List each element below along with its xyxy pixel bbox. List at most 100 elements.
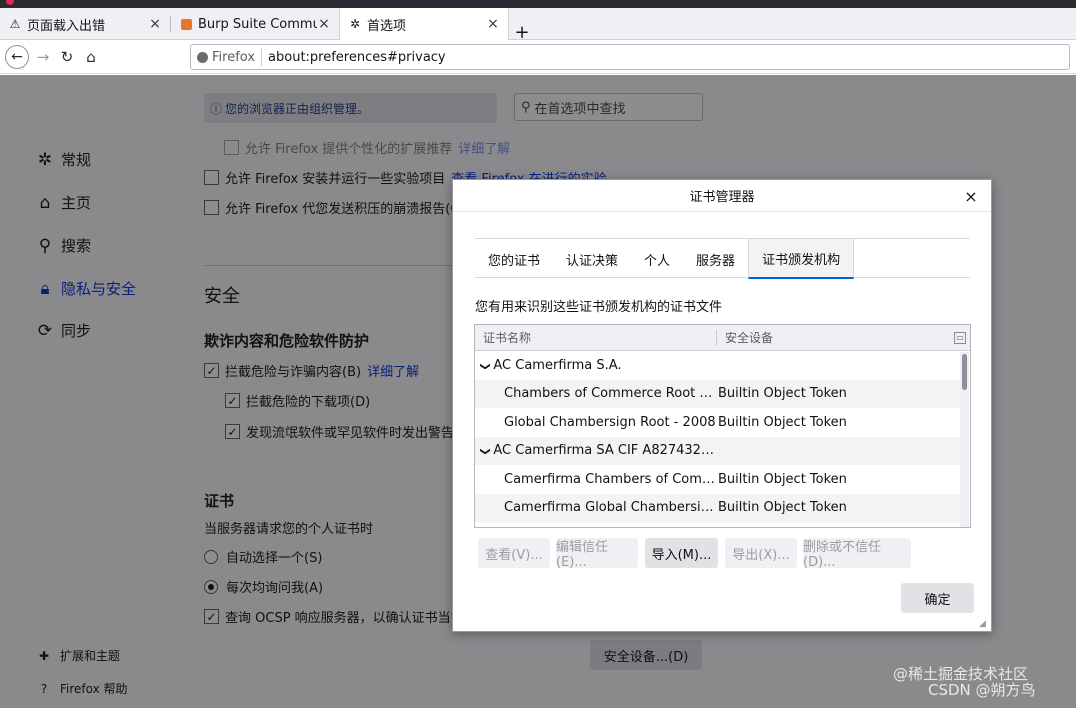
window-close-dot[interactable]	[6, 0, 14, 5]
lock-icon: 🔒︎	[40, 278, 50, 299]
radio-label: 自动选择一个(S)	[226, 551, 323, 566]
tree-row[interactable]: Global Chambersign Root - 2008 Builtin O…	[475, 408, 960, 437]
checkbox-box: ✓	[204, 609, 219, 624]
tab-servers[interactable]: 服务器	[683, 239, 748, 279]
ocsp-checkbox[interactable]: ✓ 查询 OCSP 响应服务器，以确认证书当前是	[204, 607, 477, 626]
home-button[interactable]: ⌂	[79, 45, 103, 69]
checkbox-box	[224, 140, 239, 155]
tab-burp-suite[interactable]: Burp Suite Community E ×	[171, 8, 339, 40]
import-button[interactable]: 导入(M)...	[645, 538, 718, 568]
search-placeholder: 在首选项中查找	[534, 101, 626, 117]
watermark-csdn: CSDN @朔方鸟	[928, 681, 1036, 699]
row-name: AC Camerfirma S.A.	[493, 357, 622, 373]
checkbox-label: 允许 Firefox 提供个性化的扩展推荐	[245, 142, 453, 157]
home-icon: ⌂	[86, 48, 96, 66]
sidebar-item-search[interactable]: ⚲ 搜索	[35, 235, 91, 256]
back-button[interactable]: ←	[5, 45, 29, 69]
tab-preferences[interactable]: ✲ 首选项 ×	[339, 8, 509, 40]
tab-label: 首选项	[367, 18, 407, 34]
crash-reports-checkbox[interactable]: 允许 Firefox 代您发送积压的崩溃报告(C)	[204, 198, 465, 217]
security-devices-button[interactable]: 安全设备...(D)	[590, 640, 702, 670]
deceptive-content-heading: 欺诈内容和危险软件防护	[204, 332, 370, 350]
search-preferences-input[interactable]: ⚲ 在首选项中查找	[514, 93, 703, 121]
window-titlebar	[0, 0, 1076, 8]
url-text[interactable]: about:preferences#privacy	[262, 50, 446, 65]
tab-authorities[interactable]: 证书颁发机构	[748, 239, 855, 279]
tree-row-group[interactable]: ❯ AC Camerfirma SA CIF A82743287	[475, 436, 960, 465]
scrollbar-thumb[interactable]	[962, 354, 967, 390]
tree-row-group[interactable]: ❯ AC Camerfirma S.A.	[475, 351, 960, 380]
checkbox-box: ✓	[225, 393, 240, 408]
help-icon: ?	[40, 681, 48, 696]
tab-authentication-decisions[interactable]: 认证决策	[553, 239, 631, 279]
url-bar[interactable]: Firefox about:preferences#privacy	[190, 44, 1070, 70]
identity-box[interactable]: Firefox	[191, 48, 263, 66]
ask-every-time-radio[interactable]: 每次均询问我(A)	[204, 577, 323, 596]
search-icon: ⚲	[38, 235, 52, 256]
recommend-extensions-checkbox[interactable]: 允许 Firefox 提供个性化的扩展推荐 详细了解	[224, 138, 510, 157]
resize-grip-icon[interactable]: ◢	[979, 619, 989, 629]
tree-row[interactable]: Chambers of Commerce Root - 2008 Builtin…	[475, 379, 960, 408]
checkbox-label: 拦截危险与诈骗内容(B)	[225, 365, 362, 380]
checkbox-label: 查询 OCSP 响应服务器，以确认证书当前是	[225, 611, 477, 626]
certificates-heading: 证书	[204, 492, 235, 510]
dialog-close-button[interactable]: ×	[961, 186, 981, 206]
tab-people[interactable]: 个人	[631, 239, 683, 279]
view-button[interactable]: 查看(V)...	[478, 538, 550, 568]
certificate-tree[interactable]: 证书名称 安全设备 ▭ ❯ AC Camerfirma S.A. Chambers…	[474, 324, 971, 528]
checkbox-label: 拦截危险的下载项(D)	[246, 395, 371, 410]
sidebar-item-sync[interactable]: ⟳ 同步	[35, 320, 91, 341]
row-device: Builtin Object Token	[718, 471, 847, 487]
authorities-description: 您有用来识别这些证书颁发机构的证书文件	[475, 300, 723, 315]
tab-your-certificates[interactable]: 您的证书	[475, 239, 553, 279]
chevron-down-icon[interactable]: ❯	[480, 362, 491, 370]
sidebar-item-label: 隐私与安全	[61, 280, 137, 298]
sidebar-item-label: 搜索	[61, 237, 92, 255]
warn-unwanted-checkbox[interactable]: ✓ 发现流氓软件或罕见软件时发出警告(C	[225, 422, 468, 441]
delete-distrust-button[interactable]: 删除或不信任(D)...	[803, 538, 911, 570]
gear-icon: ✲	[349, 17, 361, 31]
tab-page-load-error[interactable]: ⚠ 页面载入出错 ×	[0, 8, 170, 40]
row-name: Camerfirma Chambers of Commerce R...	[504, 471, 717, 487]
arrow-right-icon: →	[36, 48, 50, 66]
certificates-description: 当服务器请求您的个人证书时	[204, 522, 374, 537]
close-icon[interactable]: ×	[317, 16, 331, 32]
section-divider	[204, 265, 454, 266]
chevron-down-icon[interactable]: ❯	[480, 448, 491, 456]
row-name: Camerfirma Global Chambersign Root	[504, 500, 717, 516]
tree-header: 证书名称 安全设备 ▭	[475, 325, 970, 351]
arrow-left-icon: ←	[11, 49, 23, 65]
ok-button[interactable]: 确定	[901, 583, 974, 613]
puzzle-icon: ✚	[38, 648, 50, 663]
column-certificate-name[interactable]: 证书名称	[475, 329, 717, 346]
close-icon[interactable]: ×	[148, 16, 162, 32]
sidebar-firefox-help[interactable]: ? Firefox 帮助	[37, 680, 128, 697]
burp-icon	[179, 17, 193, 31]
row-name: AC Camerfirma SA CIF A82743287	[493, 443, 717, 459]
notice-text: 您的浏览器正由组织管理。	[225, 101, 370, 116]
tree-row[interactable]: Camerfirma Global Chambersign Root Built…	[475, 493, 960, 522]
reload-button[interactable]: ↻	[55, 45, 79, 69]
identity-label: Firefox	[212, 49, 256, 65]
column-picker-icon[interactable]: ▭	[954, 331, 966, 344]
home-icon: ⌂	[39, 192, 51, 213]
close-icon[interactable]: ×	[486, 16, 500, 32]
sidebar-item-home[interactable]: ⌂ 主页	[35, 192, 91, 213]
sidebar-item-general[interactable]: ✲ 常规	[35, 149, 91, 170]
row-device: Builtin Object Token	[718, 414, 847, 430]
column-security-device[interactable]: 安全设备	[717, 329, 954, 346]
learn-more-link[interactable]: 详细了解	[458, 138, 510, 157]
block-downloads-checkbox[interactable]: ✓ 拦截危险的下载项(D)	[225, 391, 370, 410]
tree-scrollbar[interactable]	[960, 352, 969, 527]
tree-row[interactable]: Camerfirma Chambers of Commerce R... Bui…	[475, 465, 960, 494]
learn-more-link[interactable]: 详细了解	[367, 361, 419, 380]
edit-trust-button[interactable]: 编辑信任(E)...	[556, 538, 638, 570]
export-button[interactable]: 导出(X)...	[725, 538, 797, 568]
auto-select-radio[interactable]: 自动选择一个(S)	[204, 547, 322, 566]
block-dangerous-checkbox[interactable]: ✓ 拦截危险与诈骗内容(B) 详细了解	[204, 361, 419, 380]
dialog-title: 证书管理器	[453, 180, 991, 212]
checkbox-label: 允许 Firefox 代您发送积压的崩溃报告(C)	[225, 202, 465, 217]
sidebar-extensions-themes[interactable]: ✚ 扩展和主题	[37, 647, 120, 664]
sidebar-item-privacy[interactable]: 🔒︎ 隐私与安全	[35, 278, 136, 299]
forward-button[interactable]: →	[31, 45, 55, 69]
